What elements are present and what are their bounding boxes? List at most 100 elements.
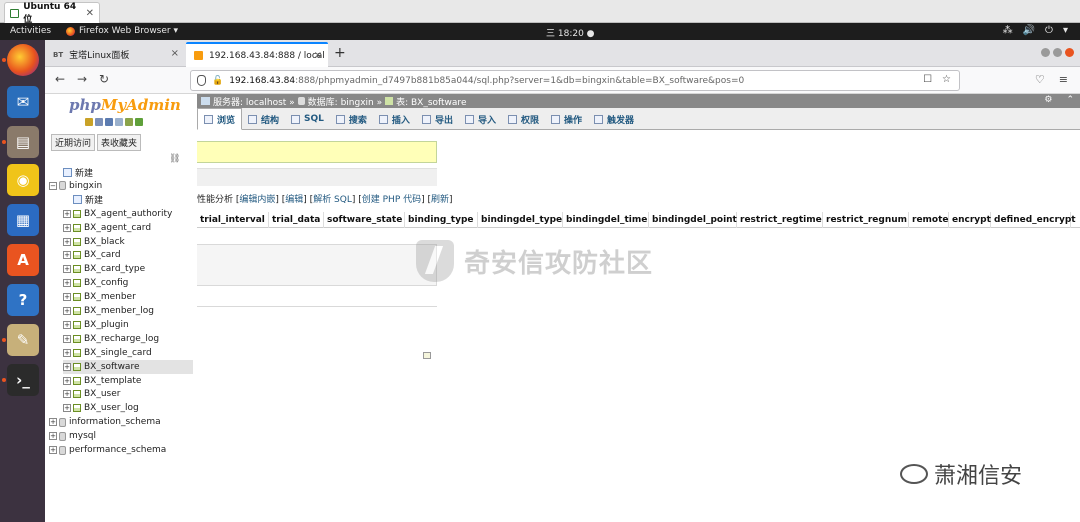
expand-toggle-icon[interactable]: + bbox=[63, 279, 71, 288]
tree-new-item[interactable]: 新建 bbox=[63, 165, 193, 179]
breadcrumb-table[interactable]: 表: BX_software bbox=[396, 95, 466, 108]
pma-tab[interactable]: 触发器 bbox=[588, 108, 640, 130]
dock-terminal-icon[interactable]: ›_ bbox=[7, 364, 39, 396]
reader-view-icon[interactable]: ☐ bbox=[923, 74, 932, 85]
inline-edit-link[interactable]: 编辑内嵌 bbox=[239, 195, 275, 205]
dock-rhythmbox-icon[interactable]: ◉ bbox=[7, 164, 39, 196]
expand-toggle-icon[interactable]: + bbox=[63, 251, 71, 260]
column-header[interactable]: trial_interval bbox=[197, 212, 269, 228]
pma-tab[interactable]: 导出 bbox=[416, 108, 459, 130]
dock-firefox-icon[interactable] bbox=[7, 44, 39, 76]
explain-sql-link[interactable]: 解析 SQL bbox=[313, 195, 352, 205]
column-header[interactable]: software_state bbox=[324, 212, 405, 228]
tree-table-item[interactable]: + BX_recharge_log bbox=[63, 332, 193, 346]
column-header[interactable]: restrict_regnum bbox=[823, 212, 909, 228]
tree-table-item[interactable]: + BX_menber_log bbox=[63, 304, 193, 318]
pma-tab[interactable]: 操作 bbox=[545, 108, 588, 130]
maximize-button[interactable] bbox=[1053, 48, 1062, 57]
pma-tab[interactable]: 权限 bbox=[502, 108, 545, 130]
clock[interactable]: 三 18:20 ● bbox=[546, 26, 595, 39]
gear-icon[interactable]: ⚙ bbox=[1044, 95, 1052, 105]
column-header[interactable]: bindingdel_type bbox=[478, 212, 563, 228]
tree-table-item[interactable]: + BX_plugin bbox=[63, 318, 193, 332]
dock-writer-icon[interactable]: ▦ bbox=[7, 204, 39, 236]
power-icon[interactable]: ⏻ bbox=[1045, 25, 1053, 36]
dock-text-editor-icon[interactable]: ✎ bbox=[7, 324, 39, 356]
expand-toggle-icon[interactable]: + bbox=[63, 320, 71, 329]
lock-icon[interactable]: 🔓 bbox=[212, 76, 223, 86]
expand-toggle-icon[interactable]: + bbox=[63, 237, 71, 246]
vm-tab-close-icon[interactable]: ✕ bbox=[86, 8, 94, 19]
tree-table-item[interactable]: + BX_user bbox=[63, 387, 193, 401]
logout-icon[interactable] bbox=[95, 118, 103, 126]
tree-table-item[interactable]: + BX_config bbox=[63, 276, 193, 290]
tree-table-item[interactable]: + BX_black bbox=[63, 235, 193, 249]
dock-help-icon[interactable]: ? bbox=[7, 284, 39, 316]
column-header[interactable]: binding_type bbox=[405, 212, 478, 228]
expand-toggle-icon[interactable]: + bbox=[49, 446, 57, 454]
back-button[interactable]: ← bbox=[55, 72, 65, 86]
browser-tab-baota[interactable]: BT 宝塔Linux面板 × bbox=[45, 42, 185, 67]
expand-toggle-icon[interactable]: + bbox=[63, 376, 71, 385]
home-icon[interactable] bbox=[85, 118, 93, 126]
tree-table-item[interactable]: + BX_card_type bbox=[63, 262, 193, 276]
expand-toggle-icon[interactable]: − bbox=[49, 181, 57, 190]
collapse-icon[interactable]: ⌃ bbox=[1066, 95, 1074, 105]
volume-icon[interactable]: 🔊 bbox=[1023, 25, 1035, 36]
tree-new-item[interactable]: 新建 bbox=[63, 193, 193, 207]
bookmark-star-icon[interactable]: ☆ bbox=[942, 74, 951, 85]
console-icon[interactable] bbox=[423, 352, 431, 359]
column-header[interactable]: defined_encrypt bbox=[991, 212, 1076, 228]
app-menu[interactable]: Firefox Web Browser ▾ bbox=[66, 26, 178, 36]
expand-toggle-icon[interactable]: + bbox=[63, 334, 71, 343]
edit-link[interactable]: 编辑 bbox=[285, 195, 303, 205]
expand-toggle-icon[interactable]: + bbox=[49, 432, 57, 441]
close-icon[interactable]: × bbox=[314, 50, 322, 61]
tree-table-item[interactable]: + BX_single_card bbox=[63, 346, 193, 360]
tree-database-item[interactable]: + mysql bbox=[49, 429, 193, 443]
url-bar[interactable]: 🔓 192.168.43.84:888/phpmyadmin_d7497b881… bbox=[190, 70, 960, 91]
settings-icon[interactable] bbox=[125, 118, 133, 126]
activities-button[interactable]: Activities bbox=[10, 26, 51, 36]
pma-tab[interactable]: 插入 bbox=[373, 108, 416, 130]
tree-table-item[interactable]: + BX_agent_card bbox=[63, 221, 193, 235]
tree-database-item[interactable]: + performance_schema bbox=[49, 443, 193, 457]
minimize-button[interactable] bbox=[1041, 48, 1050, 57]
expand-toggle-icon[interactable]: + bbox=[63, 390, 71, 399]
reload-nav-icon[interactable] bbox=[135, 118, 143, 126]
reload-button[interactable]: ↻ bbox=[99, 72, 109, 86]
tree-table-item[interactable]: + BX_card bbox=[63, 248, 193, 262]
tree-database-item[interactable]: − bingxin bbox=[49, 179, 193, 193]
tree-table-item[interactable]: + BX_agent_authority bbox=[63, 207, 193, 221]
dock-files-icon[interactable]: ▤ bbox=[7, 126, 39, 158]
column-header[interactable]: encrypt bbox=[949, 212, 991, 228]
expand-toggle-icon[interactable]: + bbox=[63, 265, 71, 274]
expand-toggle-icon[interactable]: + bbox=[63, 307, 71, 315]
system-tray[interactable]: ⁂ 🔊 ⏻ ▾ bbox=[1003, 25, 1068, 36]
docs-icon[interactable] bbox=[115, 118, 123, 126]
tree-table-item[interactable]: + BX_software bbox=[63, 359, 193, 374]
pma-tab[interactable]: SQL bbox=[285, 108, 330, 130]
column-header[interactable]: restrict_regtime bbox=[737, 212, 823, 228]
expand-toggle-icon[interactable]: + bbox=[63, 362, 71, 371]
pma-tab[interactable]: 导入 bbox=[459, 108, 502, 130]
help-icon[interactable] bbox=[105, 118, 113, 126]
column-header[interactable]: bindingdel_time bbox=[563, 212, 649, 228]
shield-icon[interactable] bbox=[197, 75, 206, 86]
close-window-button[interactable] bbox=[1065, 48, 1074, 57]
browser-tab-phpmyadmin[interactable]: 192.168.43.84:888 / local × bbox=[186, 42, 328, 67]
expand-toggle-icon[interactable]: + bbox=[63, 348, 71, 357]
expand-toggle-icon[interactable]: + bbox=[49, 418, 57, 427]
vm-tab[interactable]: Ubuntu 64 位 ✕ bbox=[4, 2, 100, 25]
expand-toggle-icon[interactable]: + bbox=[63, 293, 71, 302]
hamburger-menu-icon[interactable]: ≡ bbox=[1059, 73, 1068, 86]
expand-toggle-icon[interactable]: + bbox=[63, 223, 71, 232]
column-header[interactable]: remote bbox=[909, 212, 949, 228]
close-icon[interactable]: × bbox=[171, 48, 179, 59]
forward-button[interactable]: → bbox=[77, 72, 87, 86]
new-tab-button[interactable]: + bbox=[334, 45, 346, 61]
column-header[interactable]: bindingdel_point bbox=[649, 212, 737, 228]
tree-table-item[interactable]: + BX_template bbox=[63, 374, 193, 388]
tree-table-item[interactable]: + BX_user_log bbox=[63, 401, 193, 415]
favorites-button[interactable]: 表收藏夹 bbox=[97, 134, 142, 151]
